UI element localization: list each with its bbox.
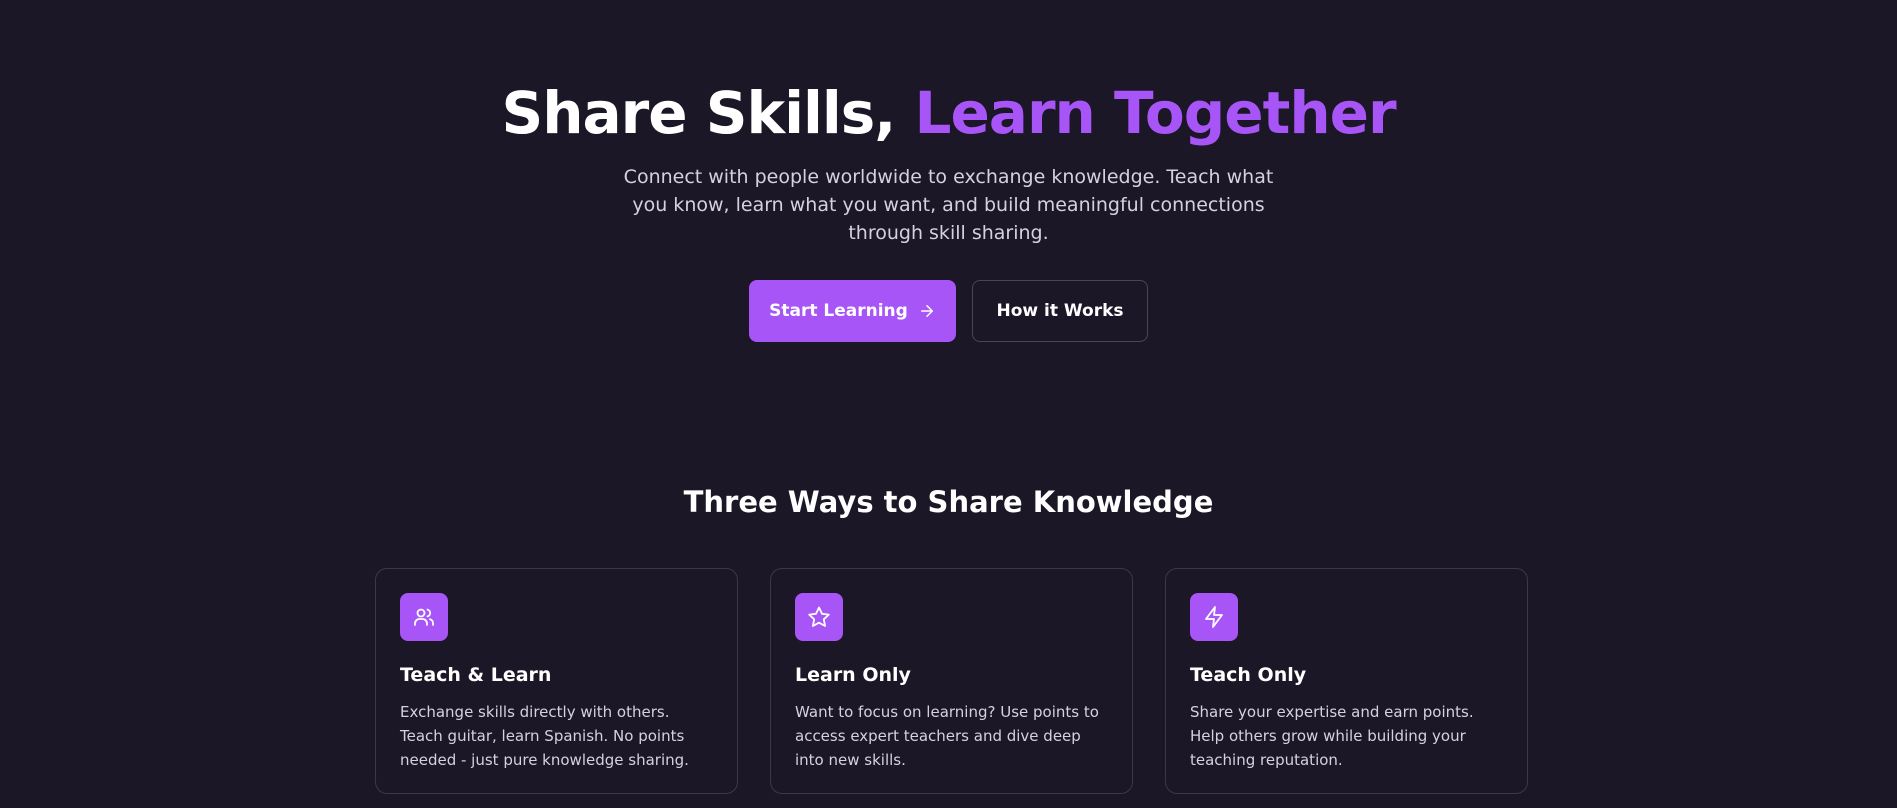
feature-card-text: Share your expertise and earn points. He… bbox=[1190, 703, 1474, 769]
hero-section: Share Skills, Learn Together Connect wit… bbox=[0, 78, 1897, 342]
how-it-works-button[interactable]: How it Works bbox=[972, 280, 1148, 342]
landing-page: Share Skills, Learn Together Connect wit… bbox=[0, 0, 1897, 808]
features-cards: Teach & Learn Exchange skills directly w… bbox=[375, 568, 1528, 794]
star-icon bbox=[795, 593, 843, 641]
start-learning-label: Start Learning bbox=[769, 301, 908, 321]
features-title: Three Ways to Share Knowledge bbox=[683, 485, 1214, 519]
feature-card-text: Exchange skills directly with others. Te… bbox=[400, 703, 689, 769]
hero-title-plain: Share Skills, bbox=[501, 79, 915, 147]
feature-card-title: Teach & Learn bbox=[400, 664, 552, 686]
feature-card-learn-only: Learn Only Want to focus on learning? Us… bbox=[770, 568, 1133, 794]
start-learning-button[interactable]: Start Learning bbox=[749, 280, 956, 342]
feature-card-title: Teach Only bbox=[1190, 664, 1307, 686]
hero-subtitle: Connect with people worldwide to exchang… bbox=[623, 166, 1274, 244]
hero-title-accent: Learn Together bbox=[914, 79, 1397, 147]
feature-card-teach-learn: Teach & Learn Exchange skills directly w… bbox=[375, 568, 738, 794]
feature-card-text: Want to focus on learning? Use points to… bbox=[795, 703, 1099, 769]
users-icon bbox=[400, 593, 448, 641]
hero-actions: Start Learning How it Works bbox=[0, 280, 1897, 342]
hero-title: Share Skills, Learn Together bbox=[0, 78, 1897, 148]
feature-card-teach-only: Teach Only Share your expertise and earn… bbox=[1165, 568, 1528, 794]
feature-card-title: Learn Only bbox=[795, 664, 911, 686]
lightning-icon bbox=[1190, 593, 1238, 641]
arrow-right-icon bbox=[920, 305, 933, 317]
